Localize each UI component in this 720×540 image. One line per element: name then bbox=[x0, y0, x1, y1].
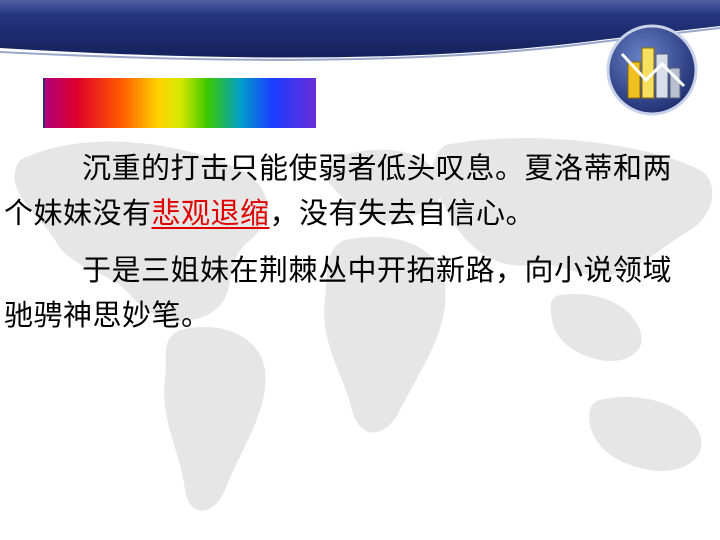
rainbow-spectrum-bar bbox=[43, 78, 316, 128]
paragraph-1: 沉重的打击只能使弱者低头叹息。夏洛蒂和两个妹妹没有悲观退缩，没有失去自信心。 bbox=[4, 146, 684, 236]
slide-body: 沉重的打击只能使弱者低头叹息。夏洛蒂和两个妹妹没有悲观退缩，没有失去自信心。 于… bbox=[4, 146, 684, 350]
paragraph-2-text: 于是三姐妹在荆棘丛中开拓新路，向小说领域驰骋神思妙笔。 bbox=[4, 253, 673, 332]
paragraph-2: 于是三姐妹在荆棘丛中开拓新路，向小说领域驰骋神思妙笔。 bbox=[4, 248, 684, 338]
highlight-phrase[interactable]: 悲观退缩 bbox=[152, 196, 270, 230]
bar-chart-globe-icon bbox=[606, 24, 698, 116]
paragraph-1-tail: ，没有失去自信心。 bbox=[269, 196, 536, 230]
